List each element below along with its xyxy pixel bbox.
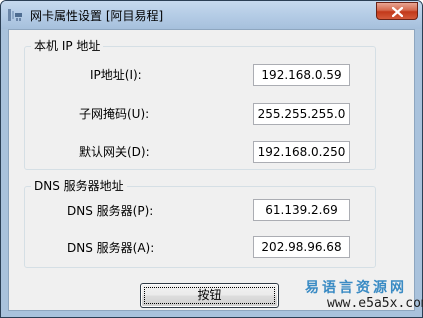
window-title: 网卡属性设置 [阿目易程]	[30, 9, 164, 23]
network-card-icon	[7, 7, 23, 23]
ip-group-title: 本机 IP 地址	[31, 39, 104, 54]
close-icon	[392, 7, 403, 17]
dns-primary-label: DNS 服务器(P):	[67, 204, 154, 218]
ip-address-label: IP地址(I):	[90, 68, 142, 82]
close-button[interactable]	[376, 2, 418, 20]
subnet-mask-label: 子网掩码(U):	[79, 107, 150, 121]
ip-address-field[interactable]: 192.168.0.59	[253, 64, 350, 86]
default-gateway-label: 默认网关(D):	[79, 145, 150, 159]
action-button-label: 按钮	[197, 288, 222, 302]
watermark-text: 易语言资源网	[305, 280, 407, 296]
subnet-mask-field[interactable]: 255.255.255.0	[253, 103, 350, 125]
dns-secondary-label: DNS 服务器(A):	[67, 241, 155, 255]
action-button[interactable]: 按钮	[140, 283, 279, 308]
default-gateway-field[interactable]: 192.168.0.250	[253, 141, 350, 163]
dns-secondary-field[interactable]: 202.98.96.68	[253, 236, 350, 258]
watermark-url: www.e5a5x.com	[327, 296, 423, 311]
dns-primary-field[interactable]: 61.139.2.69	[253, 199, 350, 221]
dns-group-title: DNS 服务器地址	[31, 179, 127, 194]
title-bar[interactable]: 网卡属性设置 [阿目易程]	[1, 1, 422, 29]
